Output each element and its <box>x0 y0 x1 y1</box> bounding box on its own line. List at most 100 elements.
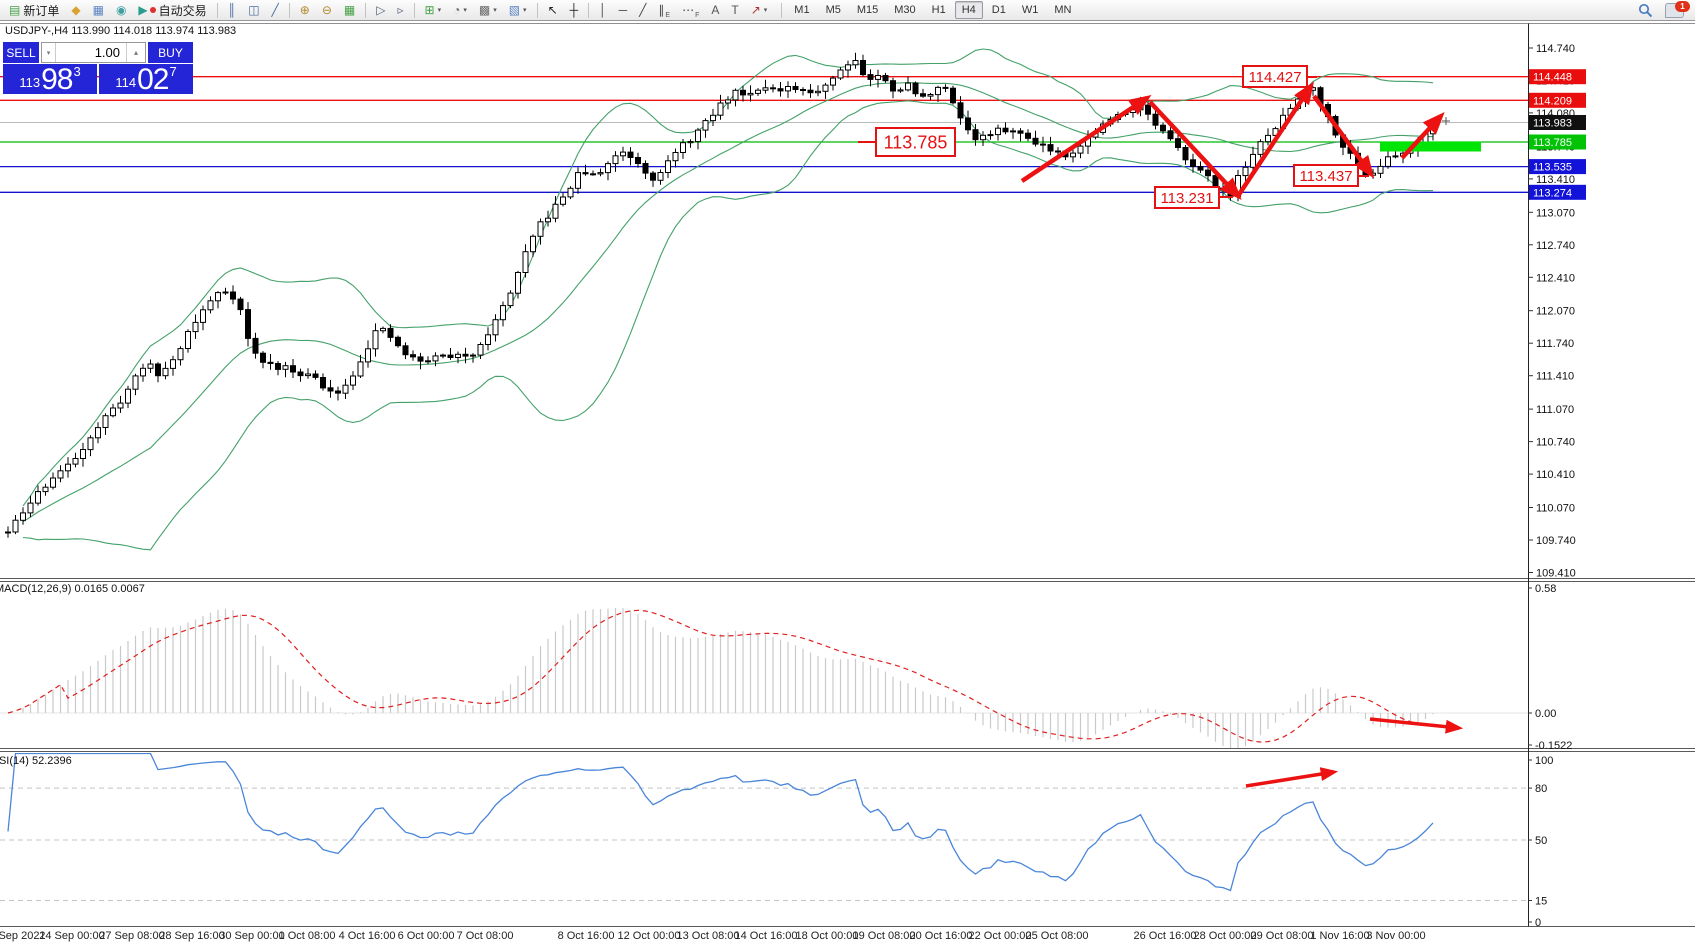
price-tick-label: 112.070 <box>1536 306 1575 318</box>
bid-price[interactable]: 113 98 3 <box>3 64 97 94</box>
bar-chart-button[interactable]: ║ <box>223 1 242 20</box>
lot-size-stepper[interactable]: ▾ 1.00 ▴ <box>41 42 146 63</box>
timeframe-button-H4[interactable]: H4 <box>955 1 983 19</box>
candle <box>21 513 26 520</box>
arrow-objects-button[interactable]: ↗▾ <box>746 1 773 20</box>
trend-arrow[interactable] <box>1314 96 1371 174</box>
bollinger-band-line[interactable] <box>23 49 1433 506</box>
price-annotation[interactable]: 113.785 <box>858 128 955 156</box>
timeframe-button-MN[interactable]: MN <box>1047 1 1078 19</box>
line-chart-button[interactable]: ╱ <box>267 1 284 20</box>
candle <box>591 174 596 175</box>
candle <box>388 328 393 337</box>
price-badge-label: 113.535 <box>1533 162 1572 174</box>
candle <box>486 335 491 345</box>
buy-button[interactable]: BUY <box>148 42 193 63</box>
market-watch-button[interactable]: ◆ <box>66 1 85 20</box>
bid-pip-digit: 3 <box>73 64 80 79</box>
rsi-arrow[interactable] <box>1246 772 1334 786</box>
candlestick-chart-button[interactable]: ◫ <box>243 1 264 20</box>
candle <box>801 90 806 91</box>
annotation-text: 114.427 <box>1248 69 1301 86</box>
tile-windows-button[interactable]: ▦ <box>339 1 360 20</box>
candle <box>711 115 716 120</box>
macd-arrow[interactable] <box>1370 719 1459 728</box>
trend-arrows[interactable] <box>1022 86 1441 196</box>
chart-shift-button[interactable]: ▹ <box>392 1 408 20</box>
new-order-button[interactable]: ▤新订单 <box>4 1 64 20</box>
trading-platform-window: { "toolbar": { "caret_glyph": "▾", "grou… <box>0 0 1695 942</box>
zoom-out-button[interactable]: ⊖ <box>317 1 337 20</box>
time-tick-label: 30 Sep 00:00 <box>219 930 284 942</box>
timeframe-button-D1[interactable]: D1 <box>985 1 1013 19</box>
timeframe-button-M30[interactable]: M30 <box>887 1 922 19</box>
time-tick-label: 13 Oct 08:00 <box>677 930 740 942</box>
search-icon[interactable] <box>1638 3 1653 18</box>
horizontal-line-icon: ─ <box>619 4 628 16</box>
timeframe-button-M1[interactable]: M1 <box>787 1 816 19</box>
auto-scroll-button[interactable]: ▷ <box>371 1 390 20</box>
new-chart-button[interactable]: ⊞▾ <box>420 1 447 20</box>
ask-price[interactable]: 114 02 7 <box>99 64 193 94</box>
bid-big-digits: 98 <box>41 67 72 93</box>
lot-dropdown-icon[interactable]: ▾ <box>42 43 56 62</box>
support-highlight-zone[interactable] <box>1380 142 1481 152</box>
horizontal-line-button[interactable]: ─ <box>614 1 633 20</box>
text-label-button[interactable]: T <box>726 1 743 20</box>
price-annotation[interactable]: 113.437 <box>1294 165 1369 186</box>
bollinger-band-line[interactable] <box>23 101 1433 550</box>
time-tick-label: 26 Oct 16:00 <box>1134 930 1197 942</box>
sell-button[interactable]: SELL <box>3 42 39 63</box>
price-annotation[interactable]: 114.427 <box>1243 66 1317 87</box>
candle <box>943 87 948 88</box>
vertical-line-button[interactable]: │ <box>594 1 612 20</box>
candle <box>141 368 146 376</box>
candle <box>786 87 791 91</box>
macd-panel <box>0 608 1528 750</box>
candle <box>1078 146 1083 153</box>
lot-increase-icon[interactable]: ▴ <box>126 43 145 62</box>
timeframe-button-M15[interactable]: M15 <box>850 1 885 19</box>
time-tick-label: 18 Oct 00:00 <box>796 930 859 942</box>
trendline-button[interactable]: ╱ <box>634 1 651 20</box>
candle <box>501 306 506 320</box>
candle <box>606 164 611 173</box>
candle <box>148 364 153 368</box>
notification-badge: 1 <box>1675 1 1690 12</box>
trend-arrow[interactable] <box>1150 102 1238 196</box>
candle <box>666 161 671 173</box>
price-axis[interactable]: 114.740114.410114.080113.740113.410113.0… <box>1528 43 1586 580</box>
data-window-button[interactable]: ▦ <box>88 1 109 20</box>
candle <box>223 292 228 293</box>
text-button[interactable]: A <box>706 1 724 20</box>
candle <box>726 100 731 103</box>
clock-icon: ◔ <box>453 4 460 16</box>
time-tick-label: 28 Oct 00:00 <box>1194 930 1257 942</box>
bollinger-band-line[interactable] <box>23 83 1433 522</box>
timeframe-button-M5[interactable]: M5 <box>819 1 848 19</box>
autotrading-button[interactable]: ▶自动交易 <box>133 1 211 20</box>
zoom-in-button[interactable]: ⊕ <box>295 1 315 20</box>
navigator-button[interactable]: ◉ <box>111 1 131 20</box>
time-tick-label: 6 Oct 00:00 <box>398 930 455 942</box>
candle <box>403 346 408 355</box>
equidistant-channel-button[interactable]: ∥E <box>653 1 675 20</box>
candle <box>433 356 438 361</box>
templates-button[interactable]: ▩▾ <box>474 1 502 20</box>
candle <box>111 408 116 416</box>
notifications-icon[interactable]: 1 <box>1665 3 1684 18</box>
periods-button[interactable]: ◔▾ <box>448 1 472 20</box>
candle <box>1393 156 1398 157</box>
candle <box>598 173 603 174</box>
time-axis[interactable]: Sep 202124 Sep 00:0027 Sep 08:0028 Sep 1… <box>0 930 1426 942</box>
time-tick-label: 19 Oct 08:00 <box>853 930 916 942</box>
timeframe-button-H1[interactable]: H1 <box>925 1 953 19</box>
chart-canvas[interactable]: 113.785114.427113.231113.437114.740114.4… <box>0 0 1695 942</box>
lot-size-value[interactable]: 1.00 <box>56 43 126 62</box>
cursor-button[interactable]: ↖ <box>543 1 563 20</box>
crosshair-button[interactable]: ┼ <box>565 1 584 20</box>
indicators-button[interactable]: ▧▾ <box>504 1 532 20</box>
fibonacci-button[interactable]: ⋯F <box>677 1 704 20</box>
macd-tick-label: -0.1522 <box>1535 740 1572 752</box>
timeframe-button-W1[interactable]: W1 <box>1015 1 1046 19</box>
